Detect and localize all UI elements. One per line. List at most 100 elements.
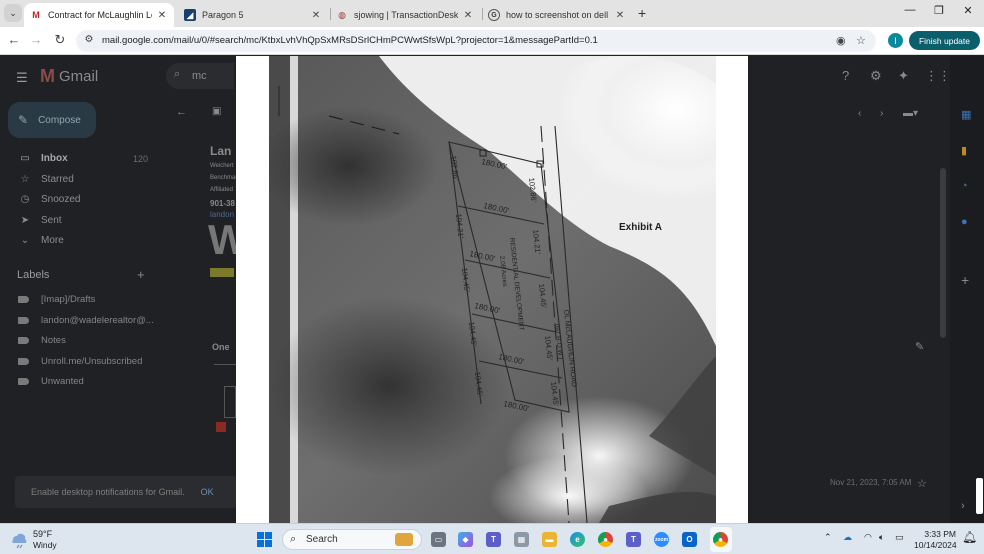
gear-icon[interactable]: ⚙	[870, 68, 882, 84]
close-window-button[interactable]: ✕	[953, 4, 983, 17]
volume-icon[interactable]: 🔈︎	[879, 532, 884, 543]
nav-more[interactable]: ⌄ More	[18, 235, 64, 246]
scrollbar-thumb[interactable]	[976, 478, 983, 514]
chrome-icon[interactable]: ●	[598, 532, 613, 547]
compose-label: Compose	[38, 114, 81, 126]
clock-time[interactable]: 3:33 PM	[918, 529, 956, 539]
site-info-icon[interactable]: ⚙	[83, 34, 95, 46]
chevron-right-icon[interactable]: ›	[961, 500, 965, 512]
apps-grid-icon[interactable]: ⋮⋮	[925, 68, 951, 84]
keep-icon[interactable]: ▮	[961, 144, 967, 157]
edit-icon[interactable]: ✎	[915, 340, 924, 353]
gmail-icon: M	[32, 10, 40, 20]
chevron-up-icon[interactable]: ⌃	[824, 532, 832, 543]
zoom-icon[interactable]: zoom	[654, 532, 669, 547]
calendar-icon[interactable]: ▦	[961, 108, 971, 121]
chevron-left-icon[interactable]: ‹	[858, 108, 861, 119]
menu-icon[interactable]: ☰	[16, 70, 28, 86]
label-item[interactable]: Unwanted	[18, 376, 84, 387]
tab-google-search[interactable]: G how to screenshot on dell lapto ✕	[482, 3, 632, 27]
tasks-icon[interactable]: ◔	[961, 180, 968, 192]
task-view-icon[interactable]: ▭	[431, 532, 446, 547]
new-tab-button[interactable]: +	[638, 5, 646, 21]
edge-icon[interactable]: e	[570, 532, 585, 547]
taskbar-search[interactable]: ⌕ Search	[282, 529, 422, 550]
label-item[interactable]: landon@wadelerealtor@...	[18, 315, 154, 326]
chrome-active-icon[interactable]: ●	[713, 532, 728, 547]
tab-paragon[interactable]: ◢ Paragon 5 ✕	[178, 3, 328, 27]
forward-button[interactable]: →	[27, 32, 45, 47]
eye-icon[interactable]: ◉	[836, 34, 846, 47]
windows-icon	[257, 532, 264, 539]
plus-icon: +	[638, 5, 647, 21]
search-highlight-icon	[395, 533, 413, 546]
archive-icon[interactable]: ▣	[212, 106, 221, 117]
add-addon-icon[interactable]: +	[961, 272, 969, 288]
clock-date[interactable]: 10/14/2024	[914, 540, 957, 550]
onedrive-icon[interactable]: ☁	[843, 532, 852, 543]
help-icon[interactable]: ?	[842, 68, 849, 83]
outlook-icon[interactable]: O	[682, 532, 697, 547]
restore-icon: ❐	[934, 5, 944, 17]
file-explorer-icon[interactable]: ▬	[542, 532, 557, 547]
notification-ok-button[interactable]: OK	[201, 487, 214, 497]
restore-button[interactable]: ❐	[924, 4, 954, 17]
nav-snoozed[interactable]: ◷ Snoozed	[18, 194, 81, 205]
minimize-button[interactable]: —	[895, 4, 925, 16]
close-icon[interactable]: ✕	[462, 10, 474, 21]
email-date: Nov 21, 2023, 7:05 AM	[830, 478, 912, 487]
input-tools-icon[interactable]: ▬▾	[903, 108, 918, 119]
bookmark-star-icon[interactable]: ☆	[856, 34, 866, 47]
search-icon: ⌕	[290, 533, 297, 545]
start-button[interactable]	[257, 532, 272, 547]
teams-work-icon[interactable]: T	[626, 532, 641, 547]
close-icon[interactable]: ✕	[310, 10, 322, 21]
close-icon[interactable]: ✕	[156, 10, 168, 21]
chevron-down-icon: ⌄	[20, 235, 30, 246]
store-icon[interactable]: ▦	[514, 532, 529, 547]
url-text[interactable]: mail.google.com/mail/u/0/#search/mc/Ktbx…	[102, 35, 598, 46]
profile-avatar[interactable]: I	[888, 33, 903, 48]
label-item[interactable]: Notes	[18, 335, 66, 346]
copilot-icon[interactable]: ◆	[458, 532, 473, 547]
scrollbar[interactable]	[940, 168, 946, 338]
tab-search-button[interactable]: ⌄	[4, 4, 22, 22]
star-icon[interactable]: ☆	[917, 477, 927, 490]
gmail-logo[interactable]: M Gmail	[40, 66, 98, 87]
notification-banner: Enable desktop notifications for Gmail. …	[15, 476, 237, 508]
nav-starred[interactable]: ☆ Starred	[18, 174, 74, 185]
contacts-icon[interactable]: ●	[961, 216, 968, 228]
label-icon	[18, 337, 29, 344]
weather-temperature[interactable]: 59°F	[33, 529, 52, 539]
chevron-right-icon[interactable]: ›	[880, 108, 883, 119]
side-panel: ▦ ▮ ◔ ● + ›	[950, 56, 984, 523]
tab-transactiondesk[interactable]: ◍ sjowing | TransactionDesk ✕	[330, 3, 480, 27]
weather-icon[interactable]	[10, 530, 28, 548]
add-label-icon[interactable]: +	[137, 267, 145, 282]
weather-condition[interactable]: Windy	[33, 540, 57, 550]
back-button[interactable]: ←	[5, 32, 23, 47]
minimize-icon: —	[904, 4, 916, 16]
back-to-search-icon[interactable]: ←	[176, 106, 187, 118]
finish-update-button[interactable]: Finish update	[909, 31, 980, 50]
label-text: [Imap]/Drafts	[41, 294, 96, 305]
reload-button[interactable]: ↻	[51, 32, 69, 48]
teams-icon[interactable]: T	[486, 532, 501, 547]
notification-bell-icon[interactable]: 🔔︎	[962, 530, 977, 544]
star-icon: ☆	[20, 174, 30, 185]
attachment-thumbnail[interactable]	[224, 386, 236, 418]
nav-inbox[interactable]: ▭ Inbox	[18, 153, 67, 164]
label-text: landon@wadelerealtor@...	[41, 315, 154, 326]
nav-sent[interactable]: ➤ Sent	[18, 215, 62, 226]
gemini-icon[interactable]: ✦	[898, 68, 909, 84]
mail-search-input[interactable]: ⌕ mc	[166, 63, 234, 89]
tab-gmail[interactable]: M Contract for McLaughlin Lots - ✕	[24, 3, 174, 27]
close-icon[interactable]: ✕	[614, 10, 626, 21]
arrow-right-icon: →	[29, 32, 43, 47]
compose-button[interactable]: ✎ Compose	[8, 102, 96, 138]
address-bar[interactable]: ⚙ mail.google.com/mail/u/0/#search/mc/Kt…	[76, 30, 876, 52]
label-item[interactable]: Unroll.me/Unsubscribed	[18, 356, 142, 367]
wifi-icon[interactable]: ◠	[864, 532, 872, 543]
battery-icon[interactable]: ▭	[895, 532, 904, 543]
label-item[interactable]: [Imap]/Drafts	[18, 294, 95, 305]
